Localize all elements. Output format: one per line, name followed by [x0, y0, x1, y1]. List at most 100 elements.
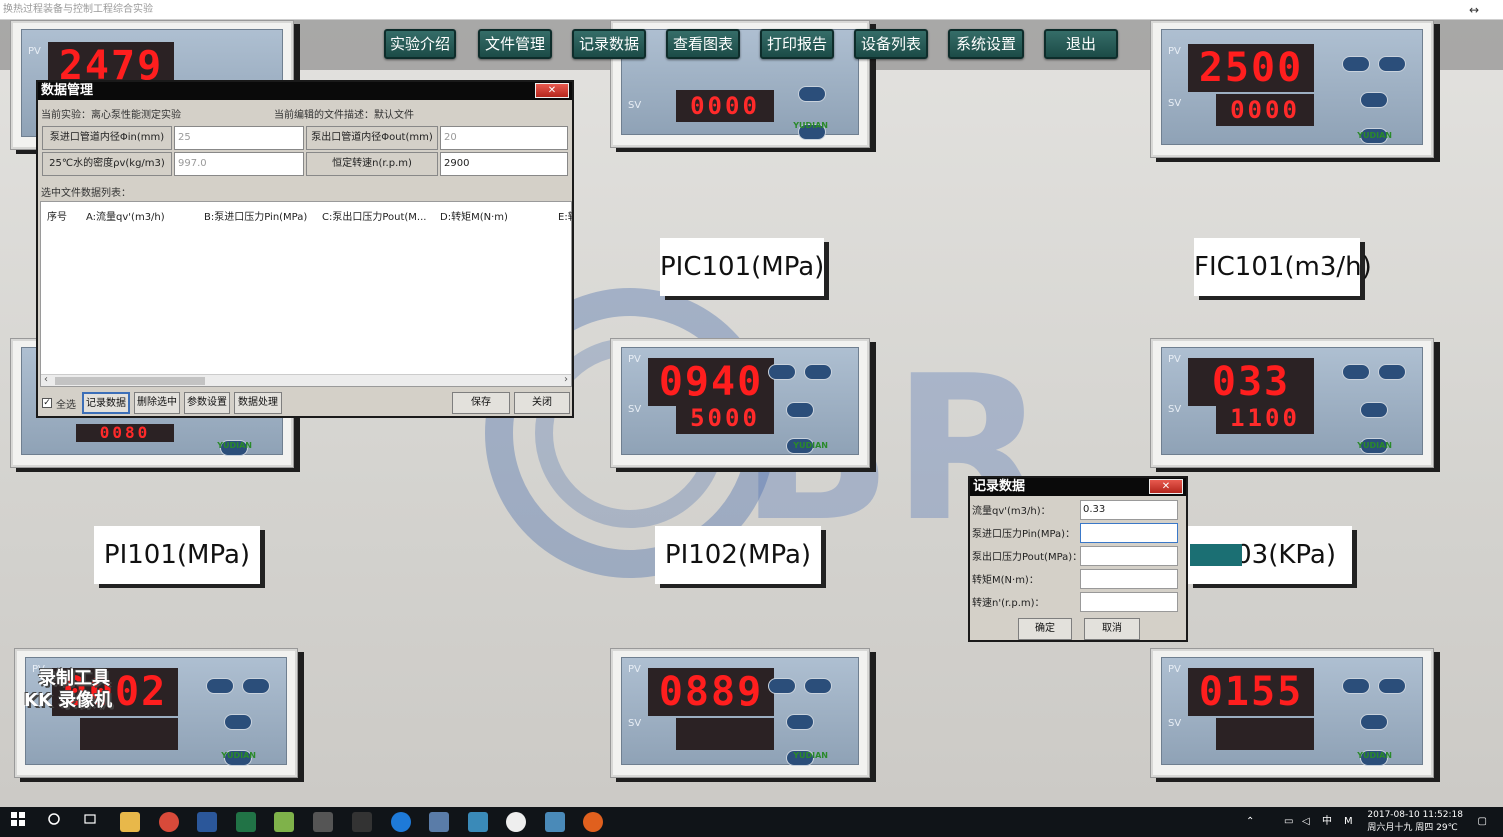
up-key-icon[interactable] [786, 714, 814, 730]
left-key-icon[interactable] [206, 678, 234, 694]
data-list[interactable]: 序号 A:流量qv'(m3/h) B:泵进口压力Pin(MPa) C:泵出口压力… [40, 201, 572, 387]
left-key-icon[interactable] [1342, 56, 1370, 72]
record-dialog-title: 记录数据 [973, 479, 1026, 494]
left-key-icon[interactable] [1342, 678, 1370, 694]
record-data-button[interactable]: 记录数据 [82, 392, 130, 414]
scroll-left-icon[interactable]: ‹ [44, 374, 48, 385]
rotate-key-icon[interactable] [1378, 678, 1406, 694]
task-view-icon[interactable] [80, 812, 100, 832]
up-key-icon[interactable] [1360, 714, 1388, 730]
scrollbar-thumb[interactable] [55, 377, 205, 385]
label-flow: 流量qv'(m3/h)： [972, 506, 1051, 517]
instrument-face: PV 0889 SV YUDIAN [621, 657, 859, 766]
teamviewer-icon[interactable] [391, 812, 411, 832]
instrument-panel: PV 0155 SV YUDIAN [1150, 648, 1434, 778]
tray-network-icon[interactable]: ▭ [1284, 807, 1293, 837]
qq-icon[interactable] [506, 812, 526, 832]
nav-print-report[interactable]: 打印报告 [760, 29, 834, 59]
instrument-face: PV 0940 SV 5000 YUDIAN [621, 347, 859, 455]
col-header-d[interactable]: D:转矩M(N·m) [440, 208, 508, 223]
excel-icon[interactable] [236, 812, 256, 832]
delete-selected-button[interactable]: 删除选中 [134, 392, 180, 414]
close-button[interactable]: 关闭 [514, 392, 570, 414]
nav-device-list[interactable]: 设备列表 [854, 29, 928, 59]
instrument-keys [1332, 666, 1412, 766]
col-header-c[interactable]: C:泵出口压力Pout(M... [322, 208, 426, 223]
col-header-a[interactable]: A:流量qv'(m3/h) [86, 208, 165, 223]
rotate-key-icon[interactable] [804, 364, 832, 380]
label-pi102: PI102(MPa) [655, 526, 821, 584]
instrument-keys [196, 666, 276, 766]
rotate-key-icon[interactable] [804, 678, 832, 694]
close-icon[interactable]: ✕ [1149, 479, 1183, 494]
calculator-icon[interactable] [313, 812, 333, 832]
pv-label: PV [1168, 664, 1181, 675]
nav-system-settings[interactable]: 系统设置 [948, 29, 1024, 59]
recorder-icon[interactable] [583, 812, 603, 832]
data-process-button[interactable]: 数据处理 [234, 392, 282, 414]
left-key-icon[interactable] [768, 678, 796, 694]
tray-ime[interactable]: 中 [1322, 807, 1332, 837]
input-flow[interactable]: 0.33 [1080, 500, 1178, 520]
input-pin[interactable] [1080, 523, 1178, 543]
notification-icon[interactable]: ▢ [1478, 807, 1487, 837]
media-icon[interactable] [352, 812, 372, 832]
search-icon[interactable] [44, 812, 64, 832]
col-header-index[interactable]: 序号 [47, 208, 67, 223]
input-torque[interactable] [1080, 569, 1178, 589]
input-speed[interactable] [1080, 592, 1178, 612]
up-key-icon[interactable] [798, 86, 826, 102]
nav-experiment-intro[interactable]: 实验介绍 [384, 29, 456, 59]
monitor-icon[interactable] [545, 812, 565, 832]
select-all-checkbox[interactable]: ✓ [42, 398, 52, 408]
instrument-keys [768, 356, 848, 454]
chrome-icon[interactable] [159, 812, 179, 832]
field-input-din[interactable]: 25 [174, 126, 304, 150]
nav-view-chart[interactable]: 查看图表 [666, 29, 740, 59]
input-pout[interactable] [1080, 546, 1178, 566]
instrument-panel: PV 033 SV 1100 YUDIAN [1150, 338, 1434, 468]
field-input-density[interactable]: 997.0 [174, 152, 304, 176]
up-key-icon[interactable] [224, 714, 252, 730]
rotate-key-icon[interactable] [1378, 56, 1406, 72]
field-input-dout[interactable]: 20 [440, 126, 568, 150]
windows-start-icon[interactable] [8, 812, 28, 832]
tray-m[interactable]: M [1344, 807, 1353, 837]
col-header-e[interactable]: E:转 [558, 208, 572, 223]
clock[interactable]: 2017-08-10 11:52:18 周六月十九 周四 29℃ [1367, 809, 1463, 835]
pv-display: 033 [1188, 358, 1314, 406]
rotate-key-icon[interactable] [1378, 364, 1406, 380]
cancel-button[interactable]: 取消 [1084, 618, 1140, 640]
ok-button[interactable]: 确定 [1018, 618, 1072, 640]
tray-volume-icon[interactable]: ◁ [1302, 807, 1310, 837]
left-key-icon[interactable] [768, 364, 796, 380]
pv-label: PV [28, 46, 41, 57]
nav-record-data[interactable]: 记录数据 [572, 29, 646, 59]
pv-label: PV [1168, 46, 1181, 57]
notepad-icon[interactable] [274, 812, 294, 832]
instrument-panel: PV 0889 SV YUDIAN [610, 648, 870, 778]
label-speed: 转速n'(r.p.m)： [972, 598, 1045, 609]
col-header-b[interactable]: B:泵进口压力Pin(MPa) [204, 208, 307, 223]
horizontal-scrollbar[interactable]: ‹ › [41, 374, 571, 386]
rotate-key-icon[interactable] [242, 678, 270, 694]
up-key-icon[interactable] [1360, 92, 1388, 108]
sv-display: 5000 [676, 402, 774, 434]
scroll-right-icon[interactable]: › [564, 374, 568, 385]
nav-file-manage[interactable]: 文件管理 [478, 29, 552, 59]
flask-icon[interactable] [468, 812, 488, 832]
left-key-icon[interactable] [1342, 364, 1370, 380]
up-key-icon[interactable] [1360, 402, 1388, 418]
file-explorer-icon[interactable] [120, 812, 140, 832]
tray-chevron-icon[interactable]: ⌃ [1246, 807, 1254, 837]
up-key-icon[interactable] [786, 402, 814, 418]
word-icon[interactable] [197, 812, 217, 832]
save-button[interactable]: 保存 [452, 392, 510, 414]
nav-exit[interactable]: 退出 [1044, 29, 1118, 59]
label-torque: 转矩M(N·m)： [972, 575, 1039, 586]
field-input-speed[interactable]: 2900 [440, 152, 568, 176]
resize-icon[interactable]: ↔ [1469, 0, 1479, 20]
params-settings-button[interactable]: 参数设置 [184, 392, 230, 414]
close-icon[interactable]: ✕ [535, 83, 569, 98]
app-window-icon[interactable] [429, 812, 449, 832]
